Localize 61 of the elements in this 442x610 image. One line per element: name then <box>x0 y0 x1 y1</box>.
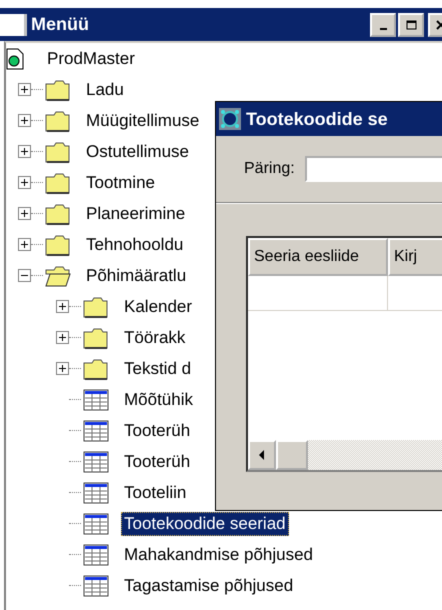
collapse-icon[interactable] <box>18 269 31 282</box>
minimize-icon <box>380 28 386 30</box>
tree-item[interactable]: Tagastamise põhjused <box>121 574 296 598</box>
expand-icon[interactable] <box>18 176 31 189</box>
tree-item[interactable]: Mõõtühik <box>121 388 196 412</box>
table-icon <box>83 544 109 566</box>
tree-item[interactable]: Tehnohooldu <box>83 232 186 256</box>
expand-icon[interactable] <box>18 207 31 220</box>
expand-icon[interactable] <box>56 362 69 375</box>
table-icon <box>83 420 109 442</box>
table-icon <box>83 482 109 504</box>
tree-item[interactable]: Ostutellimuse <box>83 140 192 164</box>
expand-icon[interactable] <box>56 331 69 344</box>
expand-icon[interactable] <box>18 145 31 158</box>
tree-item[interactable]: Tootmine <box>83 170 158 194</box>
tree-item[interactable]: Kalender <box>121 294 196 318</box>
expand-icon[interactable] <box>18 238 31 251</box>
table-icon <box>83 388 109 410</box>
window-icon <box>0 14 27 36</box>
expand-icon[interactable] <box>18 114 31 127</box>
folder-icon <box>45 172 71 194</box>
tree-item[interactable]: ProdMaster <box>44 46 138 70</box>
scroll-left-button[interactable] <box>248 440 276 470</box>
folder-icon <box>83 358 109 380</box>
column-header[interactable]: Seeria eesliide <box>248 238 388 276</box>
tree-item[interactable]: Ladu <box>83 78 127 102</box>
folder-icon <box>45 234 71 256</box>
folder-icon <box>83 296 109 318</box>
folder-icon <box>45 78 71 100</box>
tree-item[interactable]: Tooterüh <box>121 450 194 474</box>
open-folder-icon <box>45 264 71 286</box>
table-icon <box>83 574 109 596</box>
scroll-thumb[interactable] <box>276 440 308 470</box>
tree-item[interactable]: Tooteliin <box>121 480 190 504</box>
maximize-icon <box>406 20 416 30</box>
minimize-button[interactable] <box>370 12 396 36</box>
tree-item[interactable]: Planeerimine <box>83 202 188 226</box>
tree-item[interactable]: Tekstid d <box>121 356 194 380</box>
table-icon <box>83 512 109 534</box>
left-arrow-icon <box>259 450 265 460</box>
query-field[interactable] <box>304 156 442 182</box>
tree-item[interactable]: Töörakk <box>121 326 188 350</box>
expand-icon[interactable] <box>56 300 69 313</box>
table-icon <box>83 450 109 472</box>
window-title: Menüü <box>31 14 89 35</box>
tree-item[interactable]: Mahakandmise põhjused <box>121 542 316 566</box>
folder-icon <box>45 110 71 132</box>
column-header[interactable]: Kirj <box>388 238 442 276</box>
expand-icon[interactable] <box>18 83 31 96</box>
folder-icon <box>45 140 71 162</box>
dialog-title: Tootekoodide se <box>246 108 388 130</box>
horizontal-scrollbar[interactable] <box>248 440 442 470</box>
document-icon <box>6 48 24 70</box>
tree-item[interactable]: Tooterüh <box>121 418 194 442</box>
tree-item[interactable]: Müügitellimuse <box>83 108 202 132</box>
folder-icon <box>83 326 109 348</box>
tree-item[interactable]: Tootekoodide seeriad <box>121 512 289 536</box>
query-label: Päring: <box>244 160 295 178</box>
maximize-button[interactable] <box>398 12 424 36</box>
folder-icon <box>45 202 71 224</box>
tree-item[interactable]: Põhimääratlu <box>83 264 190 288</box>
